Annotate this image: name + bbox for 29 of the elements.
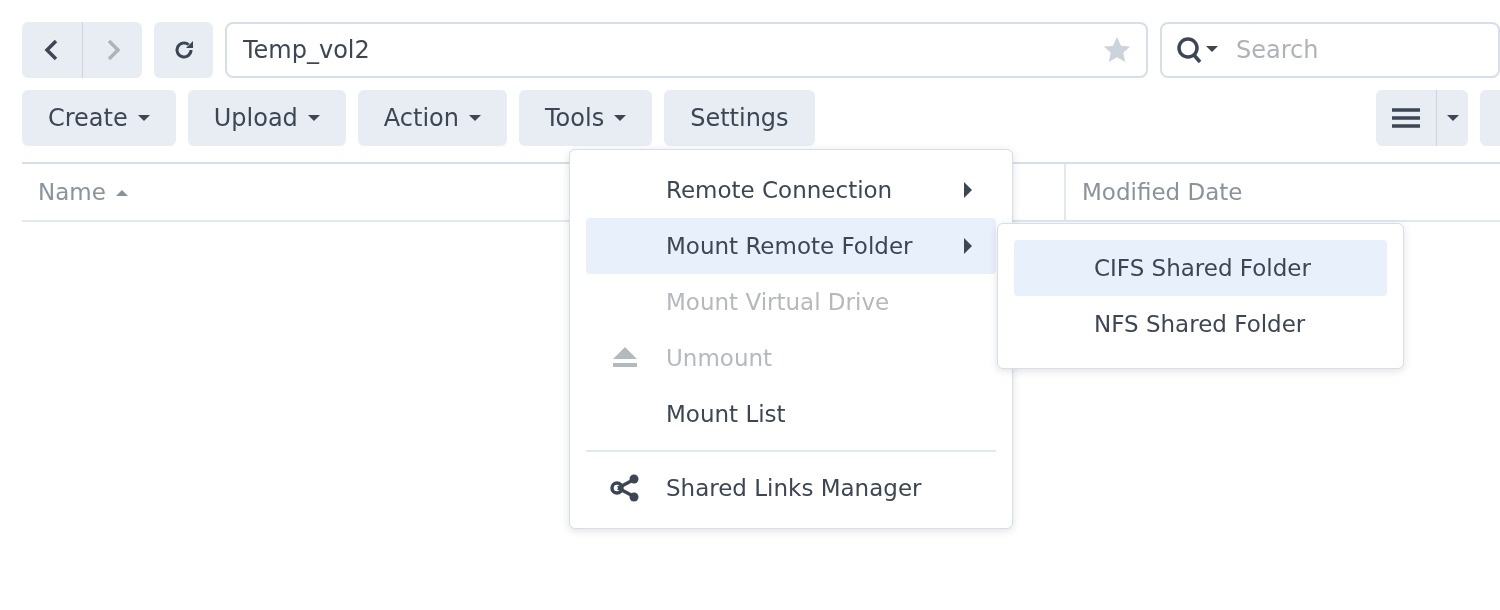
caret-icon (1446, 114, 1459, 122)
refresh-button[interactable] (154, 22, 213, 78)
share-icon (610, 474, 640, 502)
submenu-arrow-icon (964, 182, 972, 198)
menu-item[interactable]: CIFS Shared Folder (1014, 240, 1387, 296)
toolbar-button[interactable]: Action (357, 90, 507, 146)
menu-item[interactable]: NFS Shared Folder (1014, 296, 1387, 352)
search-field[interactable]: Search (1160, 22, 1500, 78)
menu-item[interactable]: Shared Links Manager (586, 460, 996, 516)
path-field[interactable]: Temp_vol2 (225, 22, 1148, 78)
menu-item[interactable]: Mount List (586, 386, 996, 442)
toolbar-button[interactable]: Create (22, 90, 176, 146)
search-input[interactable]: Search (1234, 31, 1484, 69)
submenu-arrow-icon (964, 238, 972, 254)
menu-item[interactable]: Remote Connection (586, 162, 996, 218)
toolbar-button[interactable]: Settings (664, 90, 815, 146)
list-icon (1392, 108, 1420, 128)
caret-icon (614, 114, 627, 122)
path-input[interactable]: Temp_vol2 (241, 31, 1102, 69)
eject-icon (610, 344, 640, 370)
toolbar-button[interactable]: Tools (519, 90, 653, 146)
caret-icon (469, 114, 481, 122)
sort-ascending-icon (115, 188, 128, 196)
column-title: Modified Date (1082, 177, 1243, 207)
toolbar-button[interactable]: Upload (187, 90, 346, 146)
caret-icon (307, 114, 320, 122)
menu-item[interactable]: Mount Remote Folder (586, 218, 996, 274)
column-title: Name (38, 177, 106, 207)
caret-icon (137, 114, 150, 122)
